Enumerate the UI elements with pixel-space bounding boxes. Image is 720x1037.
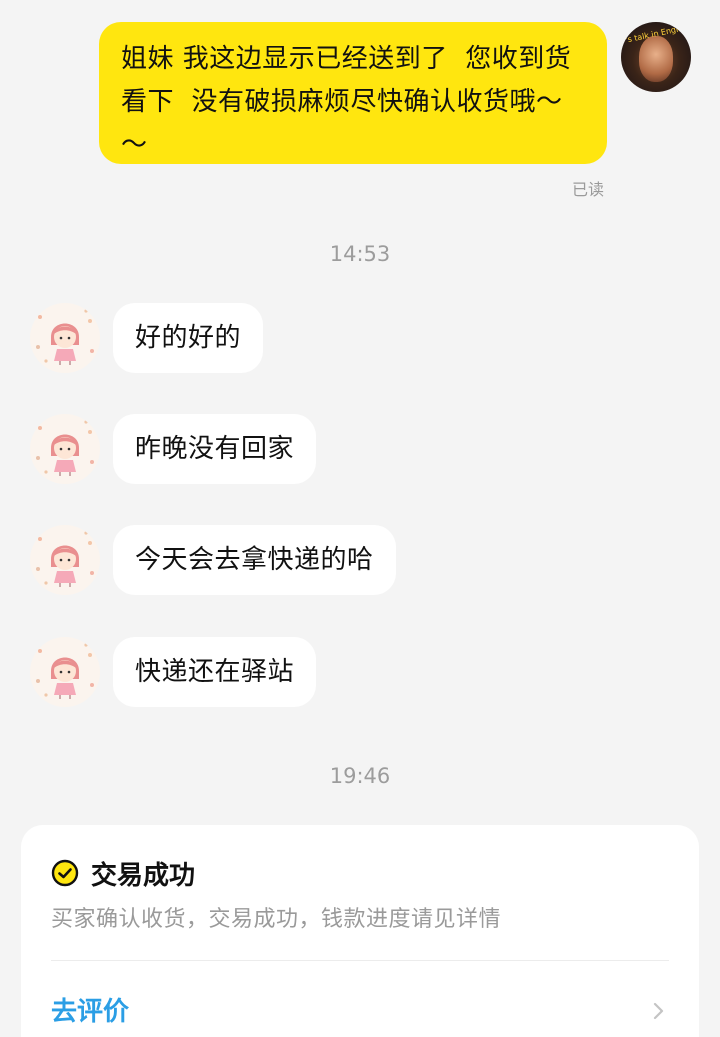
avatar-face — [639, 36, 673, 82]
chat-screen: 姐妹 我这边显示已经送到了 您收到货看下 没有破损麻烦尽快确认收货哦～～ 's … — [0, 0, 720, 1037]
girl-avatar-icon — [36, 420, 94, 476]
order-status-title: 交易成功 — [91, 860, 196, 891]
incoming-message-bubble[interactable]: 今天会去拿快递的哈 — [113, 525, 396, 595]
incoming-message-bubble[interactable]: 快递还在驿站 — [113, 637, 317, 707]
review-button[interactable]: 去评价 — [51, 991, 129, 1028]
peer-avatar[interactable] — [30, 525, 100, 595]
peer-avatar[interactable] — [30, 303, 100, 373]
peer-avatar[interactable] — [30, 637, 100, 707]
timestamp-divider: 19:46 — [329, 764, 391, 788]
girl-avatar-icon — [36, 531, 94, 587]
incoming-message-bubble[interactable]: 昨晚没有回家 — [113, 414, 317, 484]
incoming-message-row: 今天会去拿快递的哈 — [0, 525, 720, 595]
chevron-right-icon[interactable] — [651, 1001, 667, 1021]
incoming-message-row: 好的好的 — [0, 303, 720, 373]
order-status-card[interactable]: 交易成功 买家确认收货，交易成功，钱款进度请见详情 去评价 — [21, 825, 699, 1037]
self-avatar[interactable]: 's talk in Engli — [621, 22, 691, 92]
card-divider — [51, 960, 669, 961]
incoming-message-bubble[interactable]: 好的好的 — [113, 303, 264, 373]
order-status-description: 买家确认收货，交易成功，钱款进度请见详情 — [51, 907, 502, 932]
read-status: 已读 — [572, 180, 605, 199]
outgoing-message-bubble[interactable]: 姐妹 我这边显示已经送到了 您收到货看下 没有破损麻烦尽快确认收货哦～～ — [99, 22, 607, 164]
order-status-header: 交易成功 — [51, 857, 196, 891]
timestamp-divider: 14:53 — [329, 242, 391, 266]
incoming-message-row: 昨晚没有回家 — [0, 414, 720, 484]
girl-avatar-icon — [36, 643, 94, 699]
incoming-message-row: 快递还在驿站 — [0, 637, 720, 707]
peer-avatar[interactable] — [30, 414, 100, 484]
check-circle-icon — [51, 859, 79, 887]
girl-avatar-icon — [36, 309, 94, 365]
